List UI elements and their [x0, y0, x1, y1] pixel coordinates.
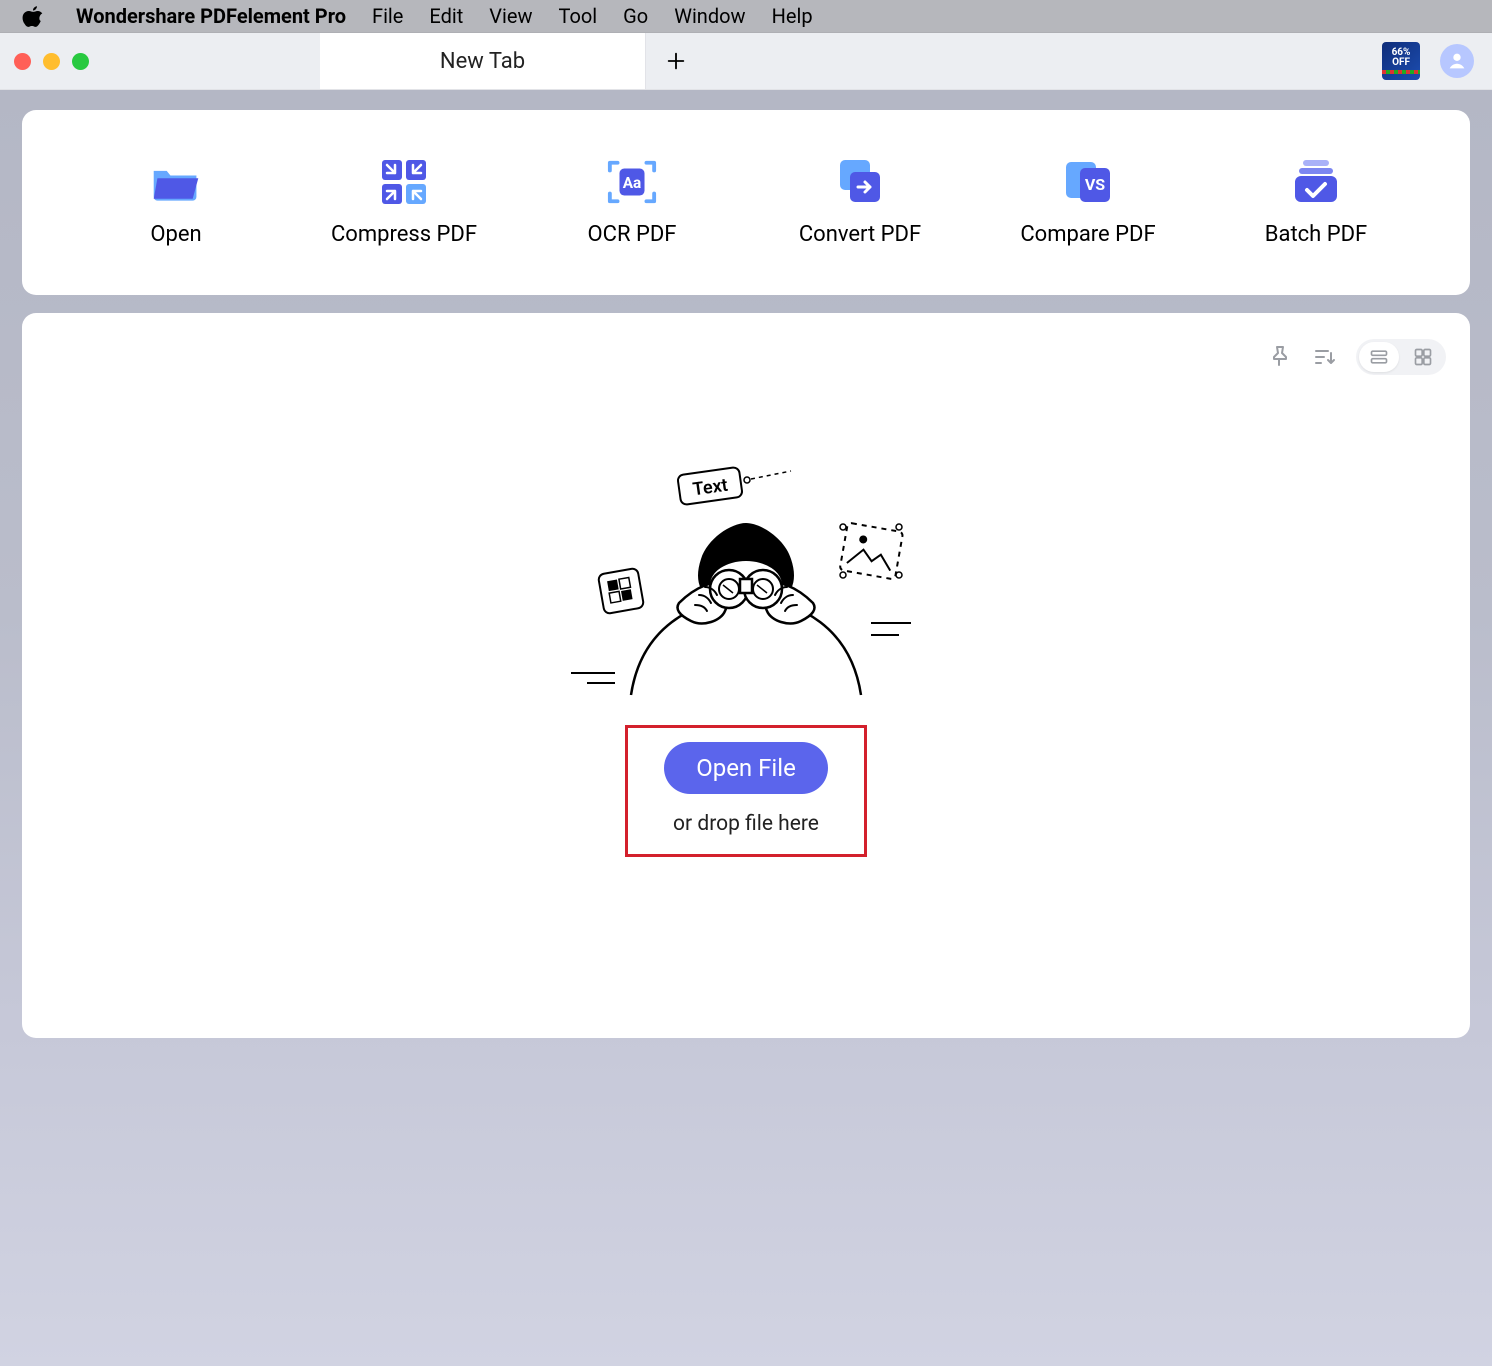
view-grid-button[interactable] [1403, 342, 1443, 372]
pin-icon[interactable] [1268, 345, 1292, 369]
menu-window[interactable]: Window [674, 4, 745, 28]
tools-card: Open Compress PDF [22, 110, 1470, 295]
convert-icon [834, 158, 886, 206]
tool-ocr[interactable]: Aa OCR PDF [532, 158, 732, 247]
svg-text:Aa: Aa [623, 174, 642, 192]
menu-file[interactable]: File [372, 4, 403, 28]
ocr-icon: Aa [606, 158, 658, 206]
folder-open-icon [150, 158, 202, 206]
menu-view[interactable]: View [489, 4, 532, 28]
tool-compare[interactable]: VS Compare PDF [988, 158, 1188, 247]
open-file-button[interactable]: Open File [664, 742, 828, 794]
macos-menubar: Wondershare PDFelement Pro File Edit Vie… [0, 0, 1492, 33]
tool-open[interactable]: Open [76, 158, 276, 247]
tab-new[interactable]: New Tab [320, 33, 646, 89]
tool-label: Open [150, 222, 201, 247]
tool-label: OCR PDF [588, 222, 677, 247]
compare-icon: VS [1062, 158, 1114, 206]
tool-label: Batch PDF [1265, 222, 1367, 247]
tabbar: New Tab 66% OFF [0, 33, 1492, 90]
view-toggle [1356, 339, 1446, 375]
tool-convert[interactable]: Convert PDF [760, 158, 960, 247]
menu-edit[interactable]: Edit [429, 4, 463, 28]
tool-compress[interactable]: Compress PDF [304, 158, 504, 247]
tab-label: New Tab [440, 49, 525, 74]
compress-icon [378, 158, 430, 206]
sort-icon[interactable] [1312, 345, 1336, 369]
recent-toolbar [46, 337, 1446, 377]
recent-card: Text [22, 313, 1470, 1038]
menu-help[interactable]: Help [772, 4, 813, 28]
new-tab-button[interactable] [646, 33, 706, 89]
tool-label: Compare PDF [1020, 222, 1155, 247]
empty-illustration: Text [571, 463, 921, 713]
svg-text:VS: VS [1085, 175, 1105, 194]
tool-label: Compress PDF [331, 222, 477, 247]
open-file-highlight: Open File or drop file here [625, 725, 867, 857]
account-button[interactable] [1440, 44, 1474, 78]
drop-hint: or drop file here [673, 812, 819, 836]
batch-icon [1290, 158, 1342, 206]
menu-tool[interactable]: Tool [559, 4, 598, 28]
promo-line2: OFF [1392, 58, 1410, 68]
menu-go[interactable]: Go [623, 4, 648, 28]
content-area: Open Compress PDF [0, 90, 1492, 1060]
apple-icon[interactable] [22, 5, 44, 27]
promo-stripe [1382, 70, 1420, 74]
promo-badge[interactable]: 66% OFF [1382, 42, 1420, 80]
tool-label: Convert PDF [799, 222, 921, 247]
window-minimize-button[interactable] [43, 53, 60, 70]
app-name: Wondershare PDFelement Pro [76, 4, 346, 28]
window-maximize-button[interactable] [72, 53, 89, 70]
window-close-button[interactable] [14, 53, 31, 70]
tool-batch[interactable]: Batch PDF [1216, 158, 1416, 247]
view-list-button[interactable] [1359, 342, 1399, 372]
empty-state: Text [22, 463, 1470, 857]
window-controls [0, 33, 320, 89]
